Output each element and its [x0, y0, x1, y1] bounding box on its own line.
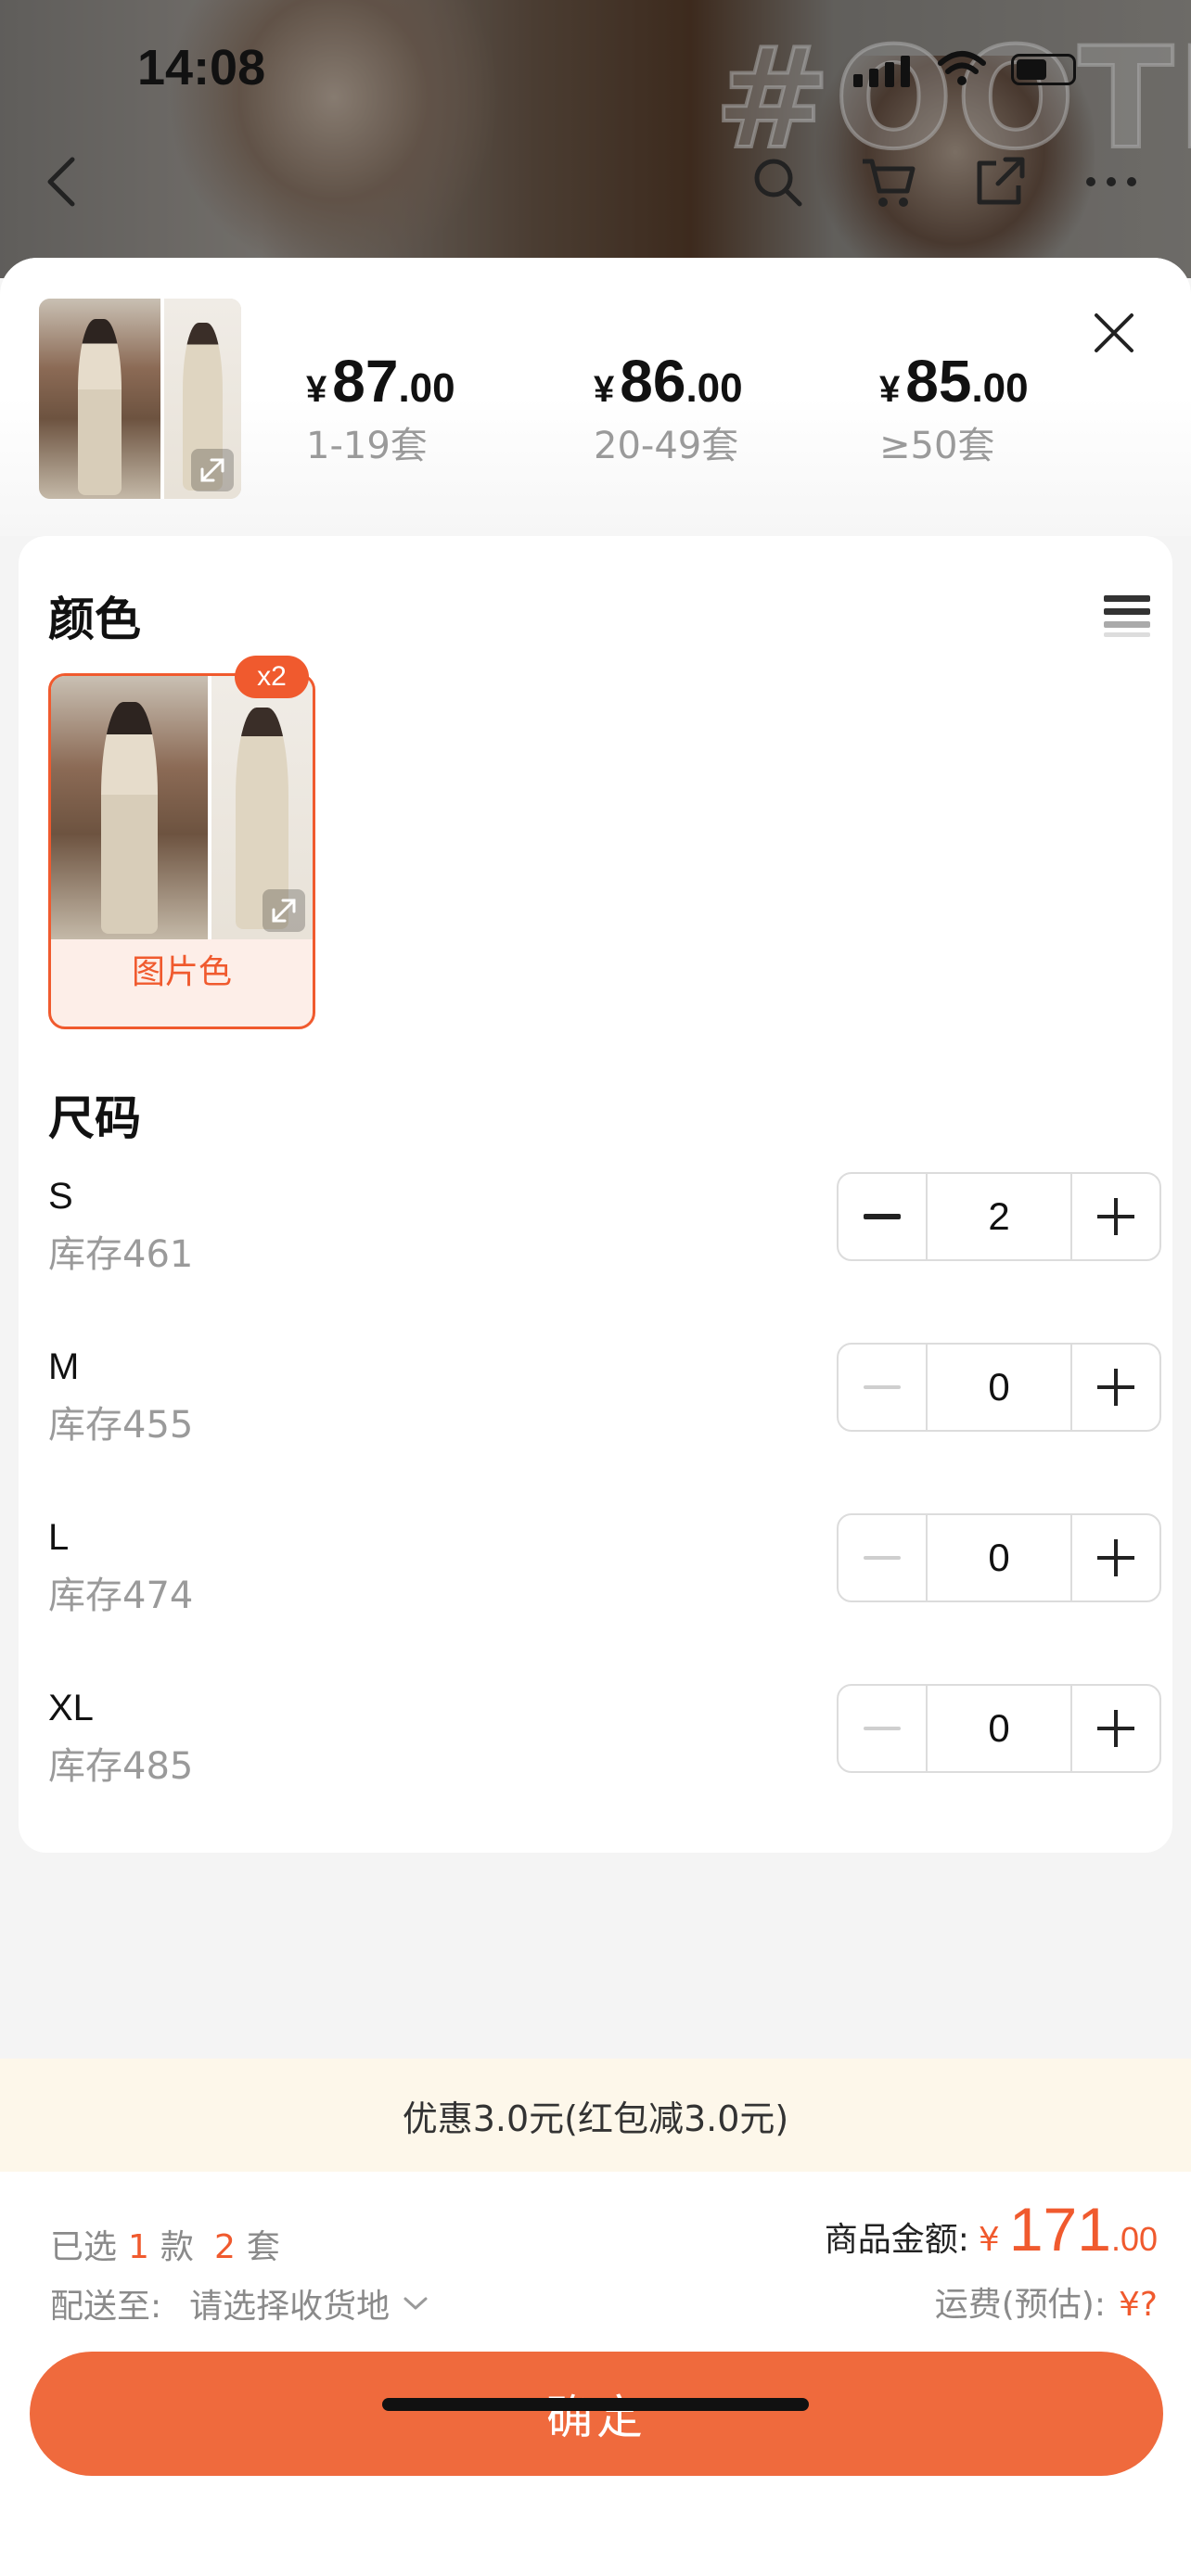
decrease-button[interactable] [839, 1515, 926, 1600]
size-stock: 库存485 [48, 1745, 194, 1788]
confirm-button[interactable]: 确定 [30, 2352, 1163, 2476]
options-card: 颜色 图片色 x2 尺码 S 库存461 2 M 库存455 0 L 库存474… [19, 536, 1172, 1853]
quantity-stepper: 0 [837, 1513, 1161, 1602]
quantity-input[interactable]: 0 [926, 1686, 1072, 1771]
plus-icon [1097, 1369, 1134, 1406]
quantity-input[interactable]: 2 [926, 1174, 1072, 1259]
size-name: S [48, 1176, 73, 1217]
chevron-down-icon [403, 2297, 428, 2310]
share-icon[interactable] [967, 148, 1033, 215]
product-photo [39, 299, 160, 499]
minus-icon [864, 1385, 901, 1389]
minus-icon [864, 1556, 901, 1560]
close-icon[interactable] [1085, 304, 1143, 362]
background-product-page: #OOTD 14:08 [0, 0, 1191, 278]
freight-estimate: 运费(预估): ¥? [934, 2286, 1158, 2324]
size-row-s: S 库存461 2 [48, 1172, 1161, 1278]
tier-price: ¥87.00 [306, 348, 455, 414]
quantity-stepper: 2 [837, 1172, 1161, 1261]
home-indicator [382, 2398, 809, 2411]
signal-icon [853, 56, 910, 87]
price-tier: ¥85.00 ≥50套 [879, 347, 1102, 469]
minus-icon [864, 1727, 901, 1730]
size-row-xl: XL 库存485 0 [48, 1684, 1161, 1790]
quantity-stepper: 0 [837, 1343, 1161, 1432]
increase-button[interactable] [1072, 1515, 1159, 1600]
color-section-title: 颜色 [48, 593, 141, 646]
quantity-input[interactable]: 0 [926, 1515, 1072, 1600]
battery-icon [1011, 54, 1076, 85]
color-option-image [51, 676, 313, 939]
back-icon[interactable] [28, 148, 95, 215]
size-section-title: 尺码 [48, 1091, 141, 1145]
sheet-header: ¥87.00 1-19套 ¥86.00 20-49套 ¥85.00 ≥50套 [0, 258, 1191, 536]
tier-quantity-range: 1-19套 [306, 425, 428, 467]
size-name: XL [48, 1688, 94, 1728]
quantity-stepper: 0 [837, 1684, 1161, 1773]
size-row-m: M 库存455 0 [48, 1343, 1161, 1448]
ship-label: 配送至: [50, 2288, 162, 2326]
price-tier: ¥87.00 1-19套 [306, 347, 529, 469]
plus-icon [1097, 1539, 1134, 1576]
shipping-address-selector[interactable]: 配送至: 请选择收货地 [50, 2279, 429, 2327]
product-photo [51, 676, 209, 939]
price-tiers: ¥87.00 1-19套 ¥86.00 20-49套 ¥85.00 ≥50套 [306, 347, 1095, 467]
decrease-button[interactable] [839, 1686, 926, 1771]
list-view-icon[interactable] [1104, 592, 1150, 638]
size-stock: 库存474 [48, 1575, 194, 1617]
tier-price: ¥86.00 [594, 348, 743, 414]
search-icon[interactable] [744, 148, 811, 215]
checkout-footer: 已选 1 款 2 套 配送至: 请选择收货地 商品金额: ¥171.00 运费(预估): ¥… [0, 2172, 1191, 2576]
tier-price: ¥85.00 [879, 348, 1029, 414]
increase-button[interactable] [1072, 1345, 1159, 1430]
color-option-label: 图片色 [131, 953, 232, 991]
decrease-button[interactable] [839, 1345, 926, 1430]
size-name: L [48, 1517, 70, 1558]
tier-quantity-range: 20-49套 [594, 425, 739, 467]
ship-placeholder: 请选择收货地 [189, 2288, 391, 2326]
wifi-icon [938, 51, 986, 85]
promo-banner: 优惠3.0元(红包减3.0元) [0, 2059, 1191, 2172]
cart-icon[interactable] [855, 148, 922, 215]
status-time: 14:08 [137, 40, 266, 96]
minus-icon [864, 1214, 901, 1219]
size-row-l: L 库存474 0 [48, 1513, 1161, 1619]
expand-icon[interactable] [263, 889, 305, 932]
expand-icon[interactable] [191, 449, 234, 491]
more-icon[interactable] [1078, 148, 1145, 215]
tier-quantity-range: ≥50套 [879, 425, 995, 467]
selected-count-badge: x2 [235, 656, 309, 698]
product-thumbnail[interactable] [39, 299, 241, 499]
color-option[interactable]: 图片色 x2 [48, 656, 315, 1029]
selection-summary: 已选 1 款 2 套 [50, 2228, 280, 2266]
decrease-button[interactable] [839, 1174, 926, 1259]
increase-button[interactable] [1072, 1174, 1159, 1259]
size-stock: 库存455 [48, 1404, 194, 1447]
quantity-input[interactable]: 0 [926, 1345, 1072, 1430]
sku-selection-sheet: ¥87.00 1-19套 ¥86.00 20-49套 ¥85.00 ≥50套 颜… [0, 258, 1191, 2576]
increase-button[interactable] [1072, 1686, 1159, 1771]
price-tier: ¥86.00 20-49套 [594, 347, 816, 469]
goods-amount: 商品金额: ¥171.00 [824, 2195, 1158, 2264]
plus-icon [1097, 1710, 1134, 1747]
size-stock: 库存461 [48, 1233, 194, 1276]
size-name: M [48, 1346, 80, 1387]
plus-icon [1097, 1198, 1134, 1235]
